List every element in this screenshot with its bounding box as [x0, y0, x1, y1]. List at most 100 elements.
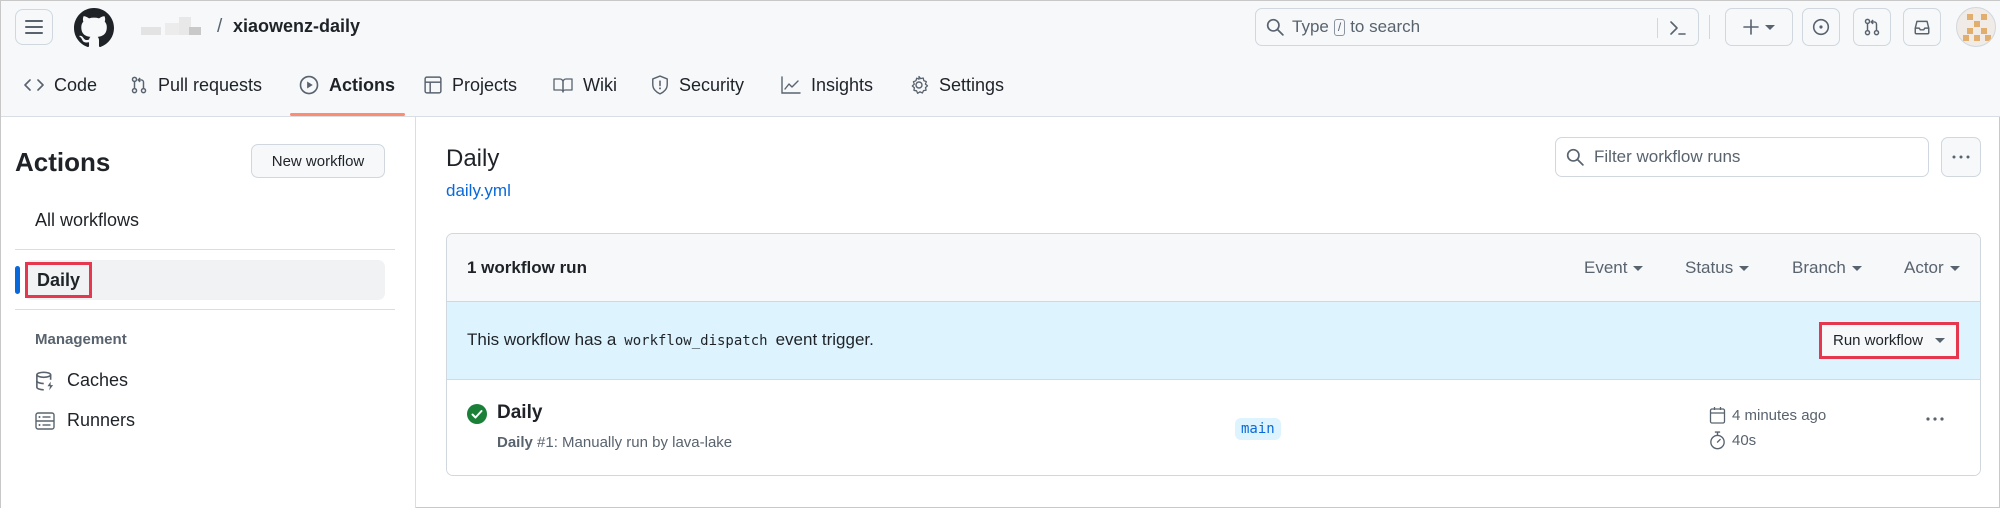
plus-icon — [1743, 19, 1759, 35]
search-placeholder-prefix: Type — [1292, 17, 1329, 36]
run-time-ago: 4 minutes ago — [1732, 406, 1827, 424]
dispatch-text-after: event trigger. — [775, 330, 874, 349]
play-icon — [299, 75, 319, 95]
run-workflow-name: Daily — [497, 434, 533, 451]
tab-label: Wiki — [583, 74, 617, 95]
menu-button[interactable] — [15, 9, 53, 45]
github-logo[interactable] — [74, 8, 114, 48]
tab-label: Code — [54, 74, 98, 95]
run-number: #1 — [537, 434, 554, 451]
caret-down-icon — [1633, 265, 1644, 271]
runs-list-header: 1 workflow run Event Status Branch Actor — [447, 234, 1980, 302]
shield-icon — [652, 75, 668, 95]
run-duration-value: 40s — [1732, 432, 1757, 449]
tab-label: Pull requests — [158, 74, 263, 95]
new-workflow-button[interactable]: New workflow — [251, 144, 385, 178]
top-bar: / xiaowenz-daily Type / to search — [1, 1, 2000, 53]
sidebar-item-daily-label[interactable]: Daily — [25, 262, 93, 298]
stopwatch-icon — [1710, 431, 1725, 450]
dispatch-message: This workflow has a workflow_dispatch ev… — [467, 330, 874, 350]
tab-code[interactable]: Code — [24, 53, 97, 117]
tab-security[interactable]: Security — [651, 53, 744, 117]
sidebar-item-label: Caches — [67, 370, 129, 390]
filter-placeholder: Filter workflow runs — [1594, 147, 1741, 166]
filter-workflow-runs-input[interactable]: Filter workflow runs — [1555, 137, 1929, 177]
event-filter-dropdown[interactable]: Event — [1584, 258, 1644, 278]
tab-pull-requests[interactable]: Pull requests — [130, 53, 262, 117]
run-duration: 40s — [1709, 431, 1756, 450]
tab-wiki[interactable]: Wiki — [553, 53, 617, 117]
sidebar-title: Actions — [15, 147, 111, 177]
global-search-input[interactable]: Type / to search — [1255, 8, 1699, 46]
workflow-runs-list: 1 workflow run Event Status Branch Actor… — [446, 233, 1981, 476]
success-check-icon — [467, 404, 487, 424]
command-palette-icon[interactable] — [1668, 18, 1688, 38]
workflow-file-link[interactable]: daily.yml — [446, 181, 511, 201]
avatar[interactable] — [1956, 7, 1996, 47]
caret-down-icon — [1851, 265, 1862, 271]
active-tab-indicator — [290, 113, 405, 116]
sidebar-item-runners[interactable]: Runners — [35, 410, 135, 431]
sidebar-item-label: Runners — [67, 410, 136, 430]
identicon-icon — [1963, 14, 1991, 41]
sidebar-item-caches[interactable]: Caches — [35, 370, 128, 391]
branch-filter-dropdown[interactable]: Branch — [1792, 258, 1862, 278]
create-new-button[interactable] — [1725, 8, 1793, 46]
issues-button[interactable] — [1802, 8, 1840, 46]
tab-label: Insights — [811, 74, 874, 95]
workflow-options-button[interactable] — [1941, 137, 1981, 177]
run-workflow-label: Run workflow — [1832, 332, 1924, 349]
branch-badge[interactable]: main — [1235, 418, 1281, 440]
tab-actions[interactable]: Actions — [299, 53, 395, 117]
repo-name-link[interactable]: xiaowenz-daily — [233, 16, 360, 37]
workflow-run-row[interactable]: Daily Daily #1: Manually run by lava-lak… — [447, 380, 1980, 475]
filter-label: Event — [1584, 258, 1628, 277]
owner-name-redacted[interactable] — [141, 17, 207, 39]
run-description: Daily #1: Manually run by lava-lake — [497, 434, 732, 451]
search-shortcut-key: / — [1333, 18, 1346, 36]
run-time: 4 minutes ago — [1709, 406, 1826, 424]
search-icon — [1566, 148, 1584, 166]
tab-label: Security — [679, 74, 745, 95]
database-icon — [36, 370, 54, 391]
calendar-icon — [1709, 407, 1726, 424]
tab-projects[interactable]: Projects — [424, 53, 517, 117]
repo-nav: Code Pull requests Actions Projects Wiki… — [1, 53, 2000, 117]
code-icon — [24, 79, 44, 91]
filter-label: Branch — [1792, 258, 1846, 277]
tab-label: Settings — [939, 74, 1005, 95]
filter-label: Actor — [1904, 258, 1944, 277]
search-icon — [1266, 18, 1284, 36]
issues-icon — [1812, 18, 1830, 36]
dispatch-event-code: workflow_dispatch — [624, 333, 768, 349]
hamburger-icon — [25, 20, 43, 34]
pull-request-icon — [131, 76, 147, 94]
breadcrumb-separator: / — [217, 16, 223, 37]
caret-down-icon — [1739, 265, 1750, 271]
workflow-main: Daily daily.yml Filter workflow runs 1 w… — [417, 117, 2000, 508]
tab-label: Projects — [452, 74, 518, 95]
gear-icon — [911, 75, 929, 94]
actor-filter-dropdown[interactable]: Actor — [1904, 258, 1960, 278]
tab-settings[interactable]: Settings — [909, 53, 1004, 117]
sidebar-item-all-workflows[interactable]: All workflows — [35, 210, 139, 231]
kebab-horizontal-icon — [1952, 155, 1970, 159]
pull-requests-button[interactable] — [1853, 8, 1891, 46]
run-title-link[interactable]: Daily — [497, 402, 542, 424]
sidebar-divider — [15, 309, 395, 310]
tab-label: Actions — [329, 74, 396, 95]
run-workflow-button[interactable]: Run workflow — [1819, 322, 1959, 359]
inbox-button[interactable] — [1903, 8, 1941, 46]
tab-insights[interactable]: Insights — [781, 53, 873, 117]
table-icon — [424, 76, 442, 94]
run-trigger-text: : Manually run by lava-lake — [553, 434, 733, 451]
sidebar-divider — [15, 249, 395, 250]
run-options-icon[interactable] — [1925, 416, 1945, 422]
status-filter-dropdown[interactable]: Status — [1685, 258, 1750, 278]
runs-count: 1 workflow run — [467, 258, 587, 277]
caret-down-icon — [1949, 265, 1960, 271]
workflow-title: Daily — [446, 145, 500, 172]
header-divider — [1709, 15, 1710, 39]
filter-label: Status — [1685, 258, 1734, 277]
dispatch-text-before: This workflow has a — [467, 330, 617, 349]
